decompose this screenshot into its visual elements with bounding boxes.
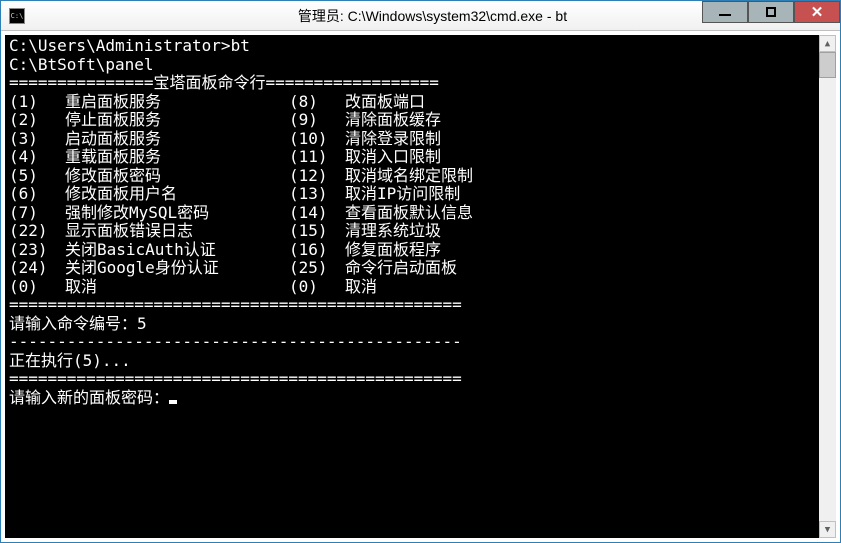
menu-num-right: (15) xyxy=(289,222,345,241)
cmd-window: 管理员: C:\Windows\system32\cmd.exe - bt ✕ … xyxy=(0,0,841,543)
minimize-button[interactable] xyxy=(702,1,748,23)
menu-num-left: (4) xyxy=(9,148,65,167)
scroll-thumb[interactable] xyxy=(819,52,836,78)
menu-num-left: (3) xyxy=(9,130,65,149)
input-prompt-2: 请输入新的面板密码： xyxy=(9,388,169,407)
console[interactable]: C:\Users\Administrator>bt C:\BtSoft\pane… xyxy=(5,35,819,538)
menu-label-left: 取消 xyxy=(65,278,289,297)
cwd-line: C:\BtSoft\panel xyxy=(9,55,154,74)
menu-num-right: (9) xyxy=(289,111,345,130)
header-sep-r: ================== xyxy=(266,73,439,92)
header-sep-l: =============== xyxy=(9,73,154,92)
menu-num-left: (0) xyxy=(9,278,65,297)
menu-label-right: 改面板端口 xyxy=(345,93,425,112)
menu-num-right: (10) xyxy=(289,130,345,149)
cmd-icon xyxy=(9,8,25,24)
typed-command: bt xyxy=(231,36,250,55)
menu-label-right: 取消入口限制 xyxy=(345,148,441,167)
menu-label-right: 清除面板缓存 xyxy=(345,111,441,130)
menu-label-left: 停止面板服务 xyxy=(65,111,289,130)
menu-num-right: (12) xyxy=(289,167,345,186)
titlebar[interactable]: 管理员: C:\Windows\system32\cmd.exe - bt ✕ xyxy=(1,1,840,31)
menu-row: (1)重启面板服务(8)改面板端口 xyxy=(9,93,815,112)
menu-label-left: 关闭Google身份认证 xyxy=(65,259,289,278)
menu-label-right: 清除登录限制 xyxy=(345,130,441,149)
scroll-down-button[interactable]: ▼ xyxy=(819,521,836,538)
menu-label-left: 强制修改MySQL密码 xyxy=(65,204,289,223)
close-icon: ✕ xyxy=(811,5,824,20)
menu-label-left: 启动面板服务 xyxy=(65,130,289,149)
menu-label-right: 取消 xyxy=(345,278,377,297)
menu-label-right: 清理系统垃圾 xyxy=(345,222,441,241)
menu-row: (4)重载面板服务(11)取消入口限制 xyxy=(9,148,815,167)
menu-label-right: 查看面板默认信息 xyxy=(345,204,473,223)
menu-row: (0)取消(0)取消 xyxy=(9,278,815,297)
console-area: C:\Users\Administrator>bt C:\BtSoft\pane… xyxy=(1,31,840,542)
menu-row: (7)强制修改MySQL密码(14)查看面板默认信息 xyxy=(9,204,815,223)
menu-num-right: (16) xyxy=(289,241,345,260)
menu-label-right: 修复面板程序 xyxy=(345,241,441,260)
menu-num-left: (6) xyxy=(9,185,65,204)
close-button[interactable]: ✕ xyxy=(794,1,840,23)
menu-label-right: 命令行启动面板 xyxy=(345,259,457,278)
header-title: 宝塔面板命令行 xyxy=(154,73,266,92)
menu-num-left: (1) xyxy=(9,93,65,112)
menu-row: (2)停止面板服务(9)清除面板缓存 xyxy=(9,111,815,130)
menu-label-left: 重载面板服务 xyxy=(65,148,289,167)
menu-num-left: (23) xyxy=(9,241,65,260)
maximize-icon xyxy=(766,7,776,17)
eq-sep: ========================================… xyxy=(9,369,462,388)
dash-sep: ----------------------------------------… xyxy=(9,332,462,351)
scroll-track[interactable] xyxy=(819,52,836,521)
input-prompt-1: 请输入命令编号： xyxy=(9,314,137,333)
executing-line: 正在执行(5)... xyxy=(9,351,131,370)
menu-label-right: 取消IP访问限制 xyxy=(345,185,460,204)
menu-row: (5)修改面板密码(12)取消域名绑定限制 xyxy=(9,167,815,186)
cursor xyxy=(169,400,177,404)
menu-num-left: (5) xyxy=(9,167,65,186)
footer-sep: ========================================… xyxy=(9,295,462,314)
window-controls: ✕ xyxy=(702,1,840,23)
scrollbar[interactable]: ▲ ▼ xyxy=(819,35,836,538)
menu-row: (6)修改面板用户名(13)取消IP访问限制 xyxy=(9,185,815,204)
menu-row: (3)启动面板服务(10)清除登录限制 xyxy=(9,130,815,149)
menu-num-left: (24) xyxy=(9,259,65,278)
menu-num-left: (2) xyxy=(9,111,65,130)
menu-num-right: (11) xyxy=(289,148,345,167)
menu-list: (1)重启面板服务(8)改面板端口(2)停止面板服务(9)清除面板缓存(3)启动… xyxy=(9,93,815,297)
menu-num-right: (8) xyxy=(289,93,345,112)
menu-label-left: 修改面板密码 xyxy=(65,167,289,186)
input-value-1: 5 xyxy=(137,314,147,333)
maximize-button[interactable] xyxy=(748,1,794,23)
prompt-path: C:\Users\Administrator> xyxy=(9,36,231,55)
scroll-up-button[interactable]: ▲ xyxy=(819,35,836,52)
menu-num-left: (7) xyxy=(9,204,65,223)
menu-label-right: 取消域名绑定限制 xyxy=(345,167,473,186)
menu-num-right: (0) xyxy=(289,278,345,297)
menu-num-right: (13) xyxy=(289,185,345,204)
menu-num-left: (22) xyxy=(9,222,65,241)
menu-row: (23)关闭BasicAuth认证(16)修复面板程序 xyxy=(9,241,815,260)
minimize-icon xyxy=(719,14,731,16)
menu-row: (24)关闭Google身份认证(25)命令行启动面板 xyxy=(9,259,815,278)
menu-num-right: (25) xyxy=(289,259,345,278)
menu-label-left: 修改面板用户名 xyxy=(65,185,289,204)
menu-label-left: 关闭BasicAuth认证 xyxy=(65,241,289,260)
menu-row: (22)显示面板错误日志(15)清理系统垃圾 xyxy=(9,222,815,241)
menu-label-left: 显示面板错误日志 xyxy=(65,222,289,241)
menu-label-left: 重启面板服务 xyxy=(65,93,289,112)
menu-num-right: (14) xyxy=(289,204,345,223)
